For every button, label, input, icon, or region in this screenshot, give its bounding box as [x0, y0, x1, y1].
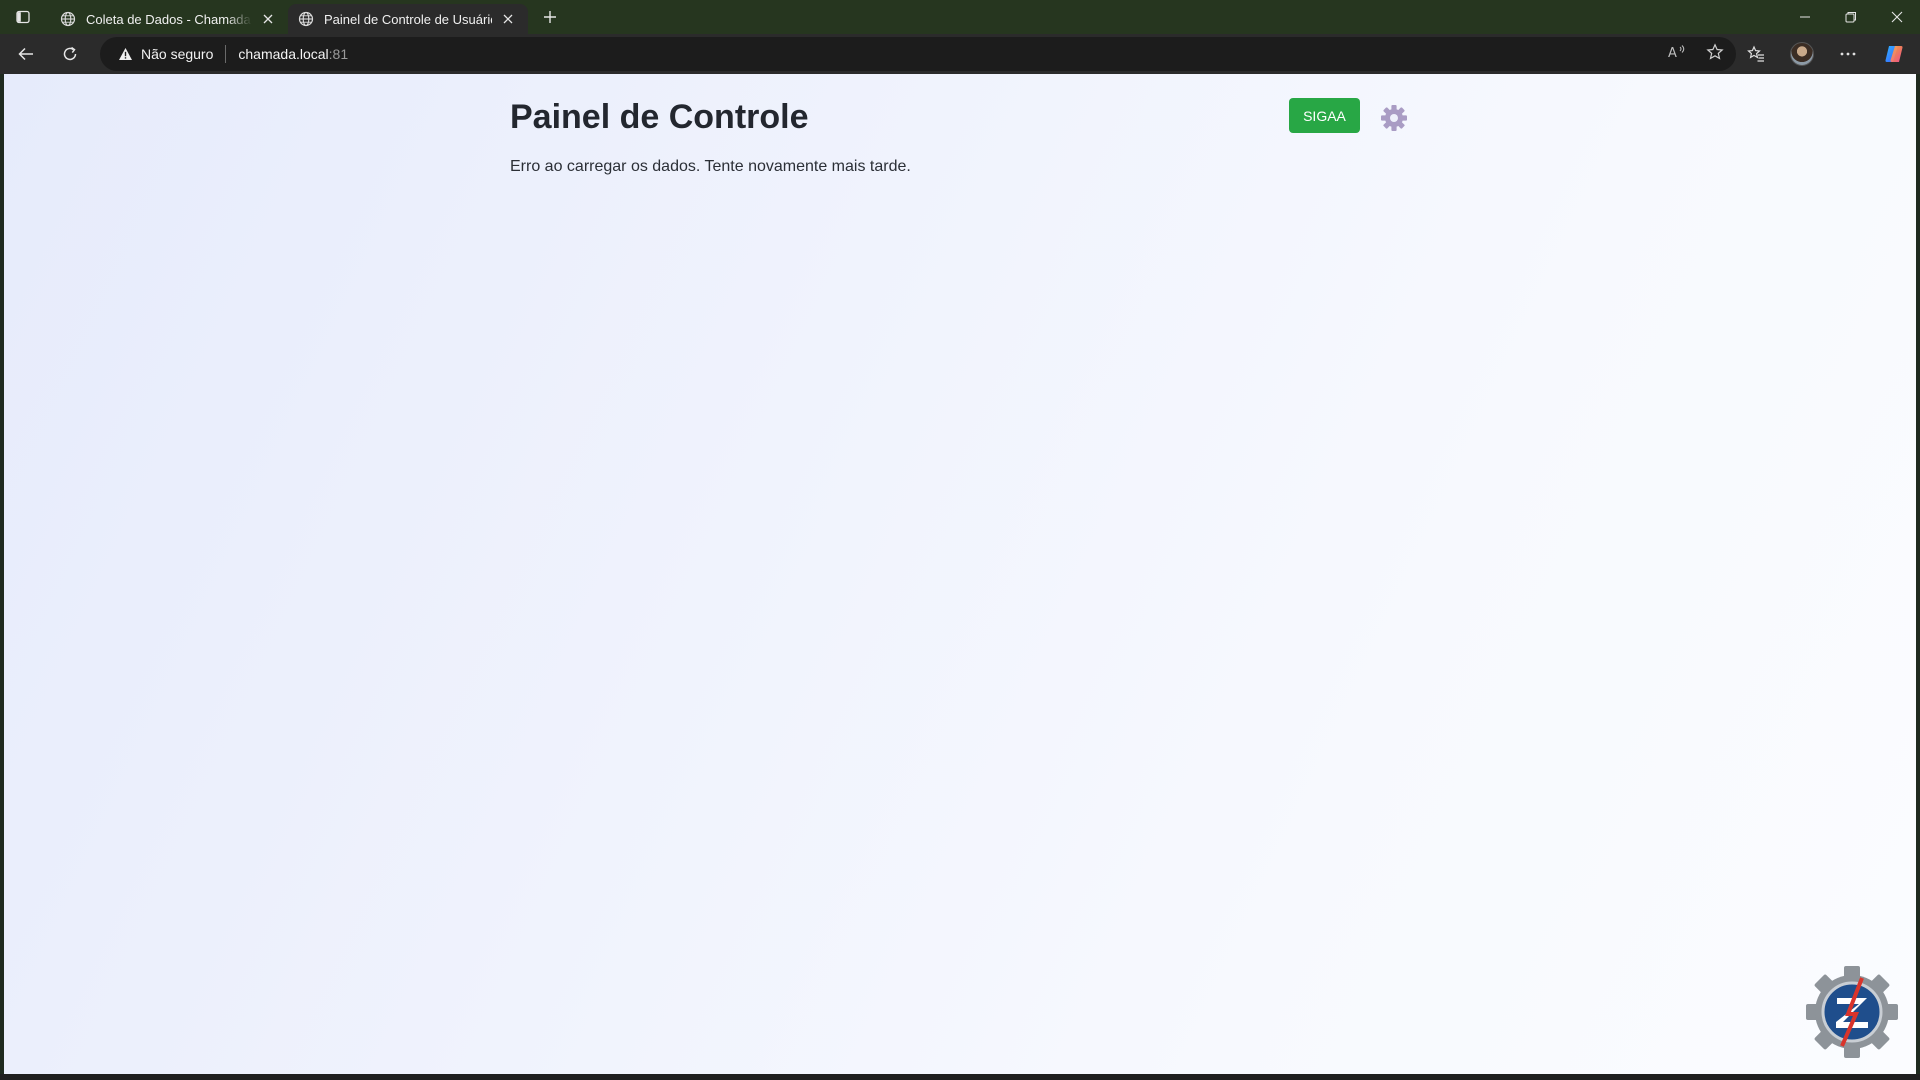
- tab-painel[interactable]: Painel de Controle de Usuários: [288, 4, 528, 34]
- more-options-button[interactable]: [1830, 38, 1866, 70]
- globe-icon: [298, 11, 314, 27]
- gear-icon: [1381, 105, 1407, 131]
- minimize-icon: [1800, 16, 1810, 18]
- tab-actions-icon: [16, 10, 30, 24]
- address-divider: [225, 45, 227, 63]
- error-message: Erro ao carregar os dados. Tente novamen…: [510, 158, 911, 175]
- read-aloud-button[interactable]: A: [1668, 44, 1688, 65]
- corner-logo: [1804, 964, 1900, 1060]
- close-tab-button[interactable]: [498, 9, 518, 29]
- read-aloud-icon: A: [1668, 44, 1685, 61]
- address-bar[interactable]: Não seguro chamada.local:81 A: [100, 37, 1736, 71]
- tab-title: Coleta de Dados - Chamada Local: [86, 11, 252, 27]
- browser-toolbar: Não seguro chamada.local:81 A: [0, 34, 1920, 74]
- close-icon: [1891, 11, 1903, 23]
- window-controls: [1782, 0, 1920, 34]
- sigaa-button[interactable]: SIGAA: [1289, 98, 1360, 133]
- plus-icon: [544, 11, 556, 23]
- refresh-button[interactable]: [52, 38, 88, 70]
- minimize-button[interactable]: [1782, 0, 1828, 34]
- security-indicator[interactable]: Não seguro: [118, 46, 213, 62]
- restore-button[interactable]: [1828, 0, 1874, 34]
- favorites-button[interactable]: [1738, 38, 1774, 70]
- security-label: Não seguro: [141, 46, 214, 62]
- gear-logo-icon: [1806, 966, 1898, 1058]
- close-icon: [503, 14, 513, 24]
- refresh-icon: [63, 46, 77, 61]
- more-icon: [1840, 52, 1856, 56]
- copilot-icon: [1885, 46, 1903, 62]
- copilot-button[interactable]: [1876, 38, 1912, 70]
- address-bar-actions: A: [1668, 37, 1724, 71]
- close-window-button[interactable]: [1874, 0, 1920, 34]
- favorites-icon: [1747, 45, 1764, 62]
- warning-icon: [119, 48, 132, 60]
- url-port: :81: [328, 46, 349, 62]
- avatar: [1790, 42, 1814, 66]
- page-viewport: Painel de Controle Erro ao carregar os d…: [4, 74, 1916, 1074]
- tab-strip: Coleta de Dados - Chamada Local Painel d…: [0, 0, 1920, 34]
- profile-button[interactable]: [1784, 38, 1820, 70]
- window-bottom-edge: [0, 1074, 1920, 1080]
- page-title: Painel de Controle: [510, 98, 809, 136]
- add-favorite-button[interactable]: [1706, 42, 1724, 66]
- new-tab-button[interactable]: [532, 2, 568, 32]
- tab-actions-button[interactable]: [0, 0, 46, 34]
- svg-text:A: A: [1668, 46, 1677, 60]
- star-icon: [1706, 42, 1724, 60]
- tab-coleta[interactable]: Coleta de Dados - Chamada Local: [50, 4, 288, 34]
- close-icon: [263, 14, 273, 24]
- back-arrow-icon: [18, 47, 33, 61]
- settings-button[interactable]: [1378, 102, 1410, 134]
- close-tab-button[interactable]: [258, 9, 278, 29]
- restore-icon: [1845, 12, 1856, 23]
- url-host: chamada.local: [238, 46, 329, 62]
- toolbar-right: [1738, 34, 1912, 74]
- tab-title: Painel de Controle de Usuários: [324, 11, 492, 27]
- back-button[interactable]: [8, 38, 44, 70]
- globe-icon: [60, 11, 76, 27]
